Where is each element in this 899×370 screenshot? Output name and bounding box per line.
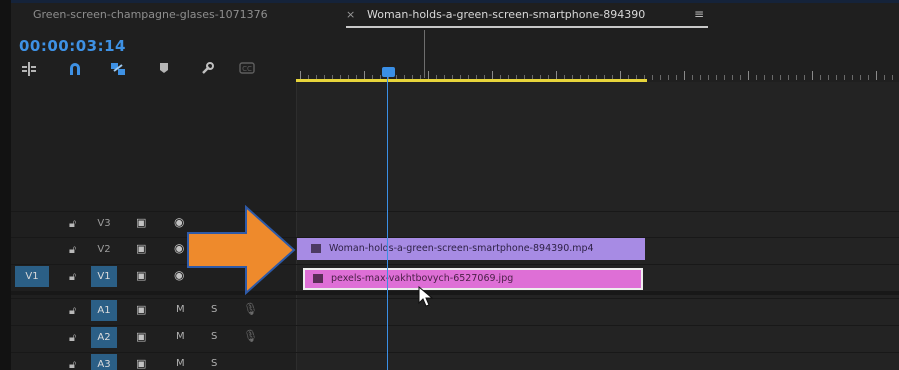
solo-button[interactable]: S [211,331,217,342]
clip-name: pexels-max-vakhtbovych-6527069.jpg [331,273,514,284]
wrench-icon[interactable] [200,62,214,80]
track-name-v2[interactable]: V2 [91,239,117,260]
source-patch-v1[interactable]: V1 [15,266,49,287]
lock-icon[interactable]: 🔓︎ [69,331,76,345]
ruler-tick [828,75,829,80]
top-edge [0,0,899,3]
track-name-v1[interactable]: V1 [91,266,117,287]
ruler-tick [788,75,789,80]
tab-sequence-woman[interactable]: Woman-holds-a-green-screen-smartphone-89… [367,8,645,21]
mute-button[interactable]: M [176,331,185,342]
video-clip-v2[interactable]: Woman-holds-a-green-screen-smartphone-89… [297,238,645,260]
ruler-tick [716,75,717,80]
ruler-tick [676,75,677,80]
lock-icon[interactable]: 🔓︎ [69,243,76,257]
ruler-tick [884,75,885,80]
track-name-a3[interactable]: A3 [91,354,117,370]
linked-selection-icon[interactable] [110,62,126,80]
premiere-timeline-panel: Green-screen-champagne-glases-1071376 × … [0,0,899,370]
ruler-tick [804,75,805,80]
mouse-cursor-icon [418,286,434,307]
ruler-tick [836,75,837,80]
eye-icon[interactable]: ◉ [174,215,184,229]
ruler-tick [852,75,853,80]
ruler-tick [732,75,733,80]
track-name-a2[interactable]: A2 [91,327,117,348]
sync-lock-icon[interactable]: ▣ [136,242,146,255]
track-row-a3: 🔓︎ A3 ▣ M S [11,352,899,370]
marker-icon[interactable] [159,62,169,78]
active-tab-underline [346,26,708,28]
image-clip-v1[interactable]: pexels-max-vakhtbovych-6527069.jpg [303,268,643,290]
mute-button[interactable]: M [176,358,185,369]
marker-line [424,30,425,78]
sync-lock-icon[interactable]: ▣ [136,357,146,370]
ruler-tick [820,75,821,80]
track-name-a1[interactable]: A1 [91,300,117,321]
playhead-timecode[interactable]: 00:00:03:14 [19,37,126,55]
ruler-tick [700,75,701,80]
eye-icon[interactable]: ◉ [174,241,184,255]
ruler-tick [756,75,757,80]
tab-sequence-champagne[interactable]: Green-screen-champagne-glases-1071376 [33,8,268,21]
tab-menu-icon[interactable]: ≡ [694,7,704,21]
fx-badge-icon [311,244,321,253]
sync-lock-icon[interactable]: ▣ [136,216,146,229]
ruler-tick [868,75,869,80]
ruler-tick [708,75,709,80]
captions-icon[interactable]: CC [239,62,255,78]
video-audio-divider[interactable] [11,291,899,295]
ruler-tick [692,75,693,80]
ruler-tick [796,75,797,80]
eye-icon[interactable]: ◉ [174,268,184,282]
ruler-tick [748,71,749,80]
ruler-tick [764,75,765,80]
playhead-line[interactable] [387,76,388,370]
ruler-tick [740,75,741,80]
svg-text:CC: CC [242,65,252,73]
insert-snap-icon[interactable] [21,62,37,80]
ruler-tick [876,71,877,80]
ruler-tick [660,75,661,80]
solo-button[interactable]: S [211,358,217,369]
ruler-tick [772,75,773,80]
sync-lock-icon[interactable]: ▣ [136,303,146,316]
ruler-tick [684,71,685,80]
ruler-tick [652,75,653,80]
lock-icon[interactable]: 🔓︎ [69,304,76,318]
ruler-tick [724,75,725,80]
ruler-tick [860,75,861,80]
ruler-tick [892,75,893,80]
lock-icon[interactable]: 🔓︎ [69,270,76,284]
track-row-a1: 🔓︎ A1 ▣ M S 🎙︎ [11,298,899,323]
track-name-v3[interactable]: V3 [91,213,117,234]
tab-close-icon[interactable]: × [346,8,355,21]
left-edge [0,0,11,370]
solo-button[interactable]: S [211,304,217,315]
fx-badge-icon [313,274,323,283]
microphone-icon[interactable]: 🎙︎ [243,302,258,316]
lock-icon[interactable]: 🔓︎ [69,217,76,231]
magnet-icon[interactable] [68,62,82,80]
track-row-a2: 🔓︎ A2 ▣ M S 🎙︎ [11,325,899,350]
track-row-v3: 🔓︎ V3 ▣ ◉ [11,211,899,236]
ruler-tick [668,75,669,80]
sync-lock-icon[interactable]: ▣ [136,269,146,282]
ruler-tick [812,71,813,80]
ruler-tick [780,75,781,80]
playhead-handle[interactable] [382,67,395,77]
sync-lock-icon[interactable]: ▣ [136,330,146,343]
ruler-tick [844,75,845,80]
mute-button[interactable]: M [176,304,185,315]
microphone-icon[interactable]: 🎙︎ [243,329,258,343]
annotation-arrow-icon [187,205,296,295]
lock-icon[interactable]: 🔓︎ [69,358,76,370]
clip-name: Woman-holds-a-green-screen-smartphone-89… [329,243,594,254]
